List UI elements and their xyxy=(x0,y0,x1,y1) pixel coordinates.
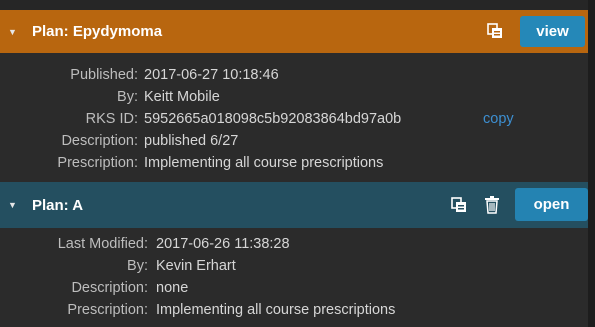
field-label: Prescription: xyxy=(67,302,148,318)
trash-icon[interactable] xyxy=(484,196,500,214)
field-value[interactable]: 5952665a018098c5b92083864bd97a0b xyxy=(144,110,401,128)
field-label: Description: xyxy=(71,280,148,296)
field-label: Last Modified: xyxy=(57,236,148,252)
plan-header-epydymoma[interactable]: ▼ Plan: Epydymoma view xyxy=(0,10,595,53)
field-value: Keitt Mobile xyxy=(144,89,220,105)
duplicate-icon[interactable] xyxy=(451,197,467,213)
field-label: Description: xyxy=(61,133,138,149)
plan-title: Plan: Epydymoma xyxy=(32,23,163,40)
plan-details-epydymoma: Published: 2017-06-27 10:18:46 By: Keitt… xyxy=(0,53,595,182)
previous-item-strip xyxy=(0,0,595,9)
field-label: By: xyxy=(117,89,138,105)
field-label: Prescription: xyxy=(57,155,138,171)
field-value: Kevin Erhart xyxy=(156,258,236,274)
plan-title: Plan: A xyxy=(32,196,84,214)
field-label: Published: xyxy=(70,67,138,83)
view-button[interactable]: view xyxy=(520,16,585,47)
field-value: Implementing all course prescriptions xyxy=(144,155,384,171)
open-button[interactable]: open xyxy=(515,188,588,221)
plan-header-a[interactable]: ▼ Plan: A open xyxy=(0,182,595,228)
field-value: 2017-06-27 10:18:46 xyxy=(144,67,279,83)
field-value: Implementing all course prescriptions xyxy=(156,302,396,318)
plan-details-a: Last Modified: 2017-06-26 11:38:28 By: K… xyxy=(0,228,595,327)
collapse-toggle-icon[interactable]: ▼ xyxy=(8,200,17,210)
field-value: 2017-06-26 11:38:28 xyxy=(156,236,290,252)
field-label: RKS ID: xyxy=(85,111,138,127)
collapse-toggle-icon[interactable]: ▼ xyxy=(8,27,17,37)
field-label: By: xyxy=(127,258,148,274)
scrollbar-track[interactable] xyxy=(588,0,595,327)
duplicate-icon[interactable] xyxy=(487,23,503,39)
field-value: none xyxy=(156,280,189,296)
copy-link[interactable]: copy xyxy=(483,110,514,128)
field-value: published 6/27 xyxy=(144,133,239,149)
